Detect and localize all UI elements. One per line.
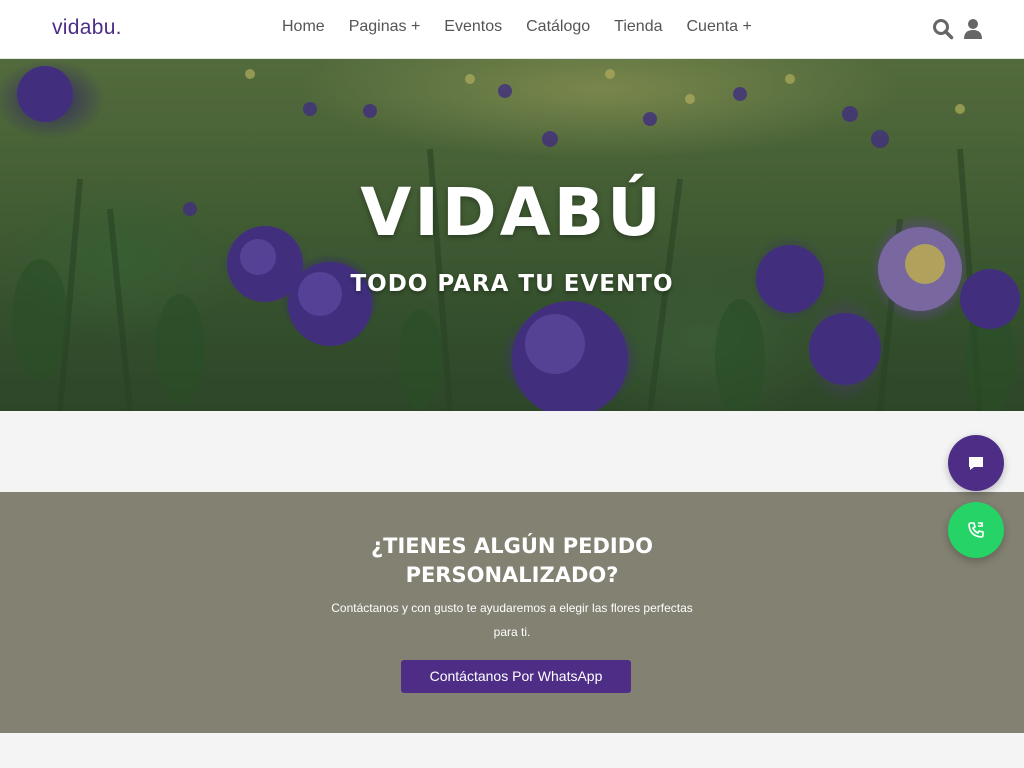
nav-item-eventos[interactable]: Eventos (444, 18, 502, 36)
hero-title: VIDABÚ (360, 174, 664, 251)
nav-item-home[interactable]: Home (282, 18, 325, 36)
hero-subtitle: TODO PARA TU EVENTO (350, 271, 674, 297)
bottom-section (0, 733, 1024, 768)
custom-order-section: ¿TIENES ALGÚN PEDIDO PERSONALIZADO? Cont… (0, 492, 1024, 733)
whatsapp-call-button[interactable] (948, 502, 1004, 558)
site-logo[interactable]: vidabu. (52, 16, 122, 40)
nav-item-cuenta[interactable]: Cuenta + (686, 18, 751, 36)
custom-order-title: ¿TIENES ALGÚN PEDIDO PERSONALIZADO? (370, 534, 654, 587)
chat-button[interactable] (948, 435, 1004, 491)
nav-item-tienda[interactable]: Tienda (614, 18, 662, 36)
main-nav: Home Paginas + Eventos Catálogo Tienda C… (282, 18, 752, 36)
phone-icon (968, 522, 984, 538)
site-header: vidabu. Home Paginas + Eventos Catálogo … (0, 0, 1024, 59)
chat-icon (969, 457, 983, 470)
whatsapp-contact-button[interactable]: Contáctanos Por WhatsApp (401, 660, 631, 693)
nav-item-paginas[interactable]: Paginas + (349, 18, 421, 36)
user-icon[interactable] (962, 18, 984, 40)
search-icon[interactable] (932, 18, 954, 40)
nav-item-catalogo[interactable]: Catálogo (526, 18, 590, 36)
hero-banner: VIDABÚ TODO PARA TU EVENTO (0, 59, 1024, 411)
spacer-section (0, 411, 1024, 492)
custom-order-text: Contáctanos y con gusto te ayudaremos a … (331, 601, 693, 639)
